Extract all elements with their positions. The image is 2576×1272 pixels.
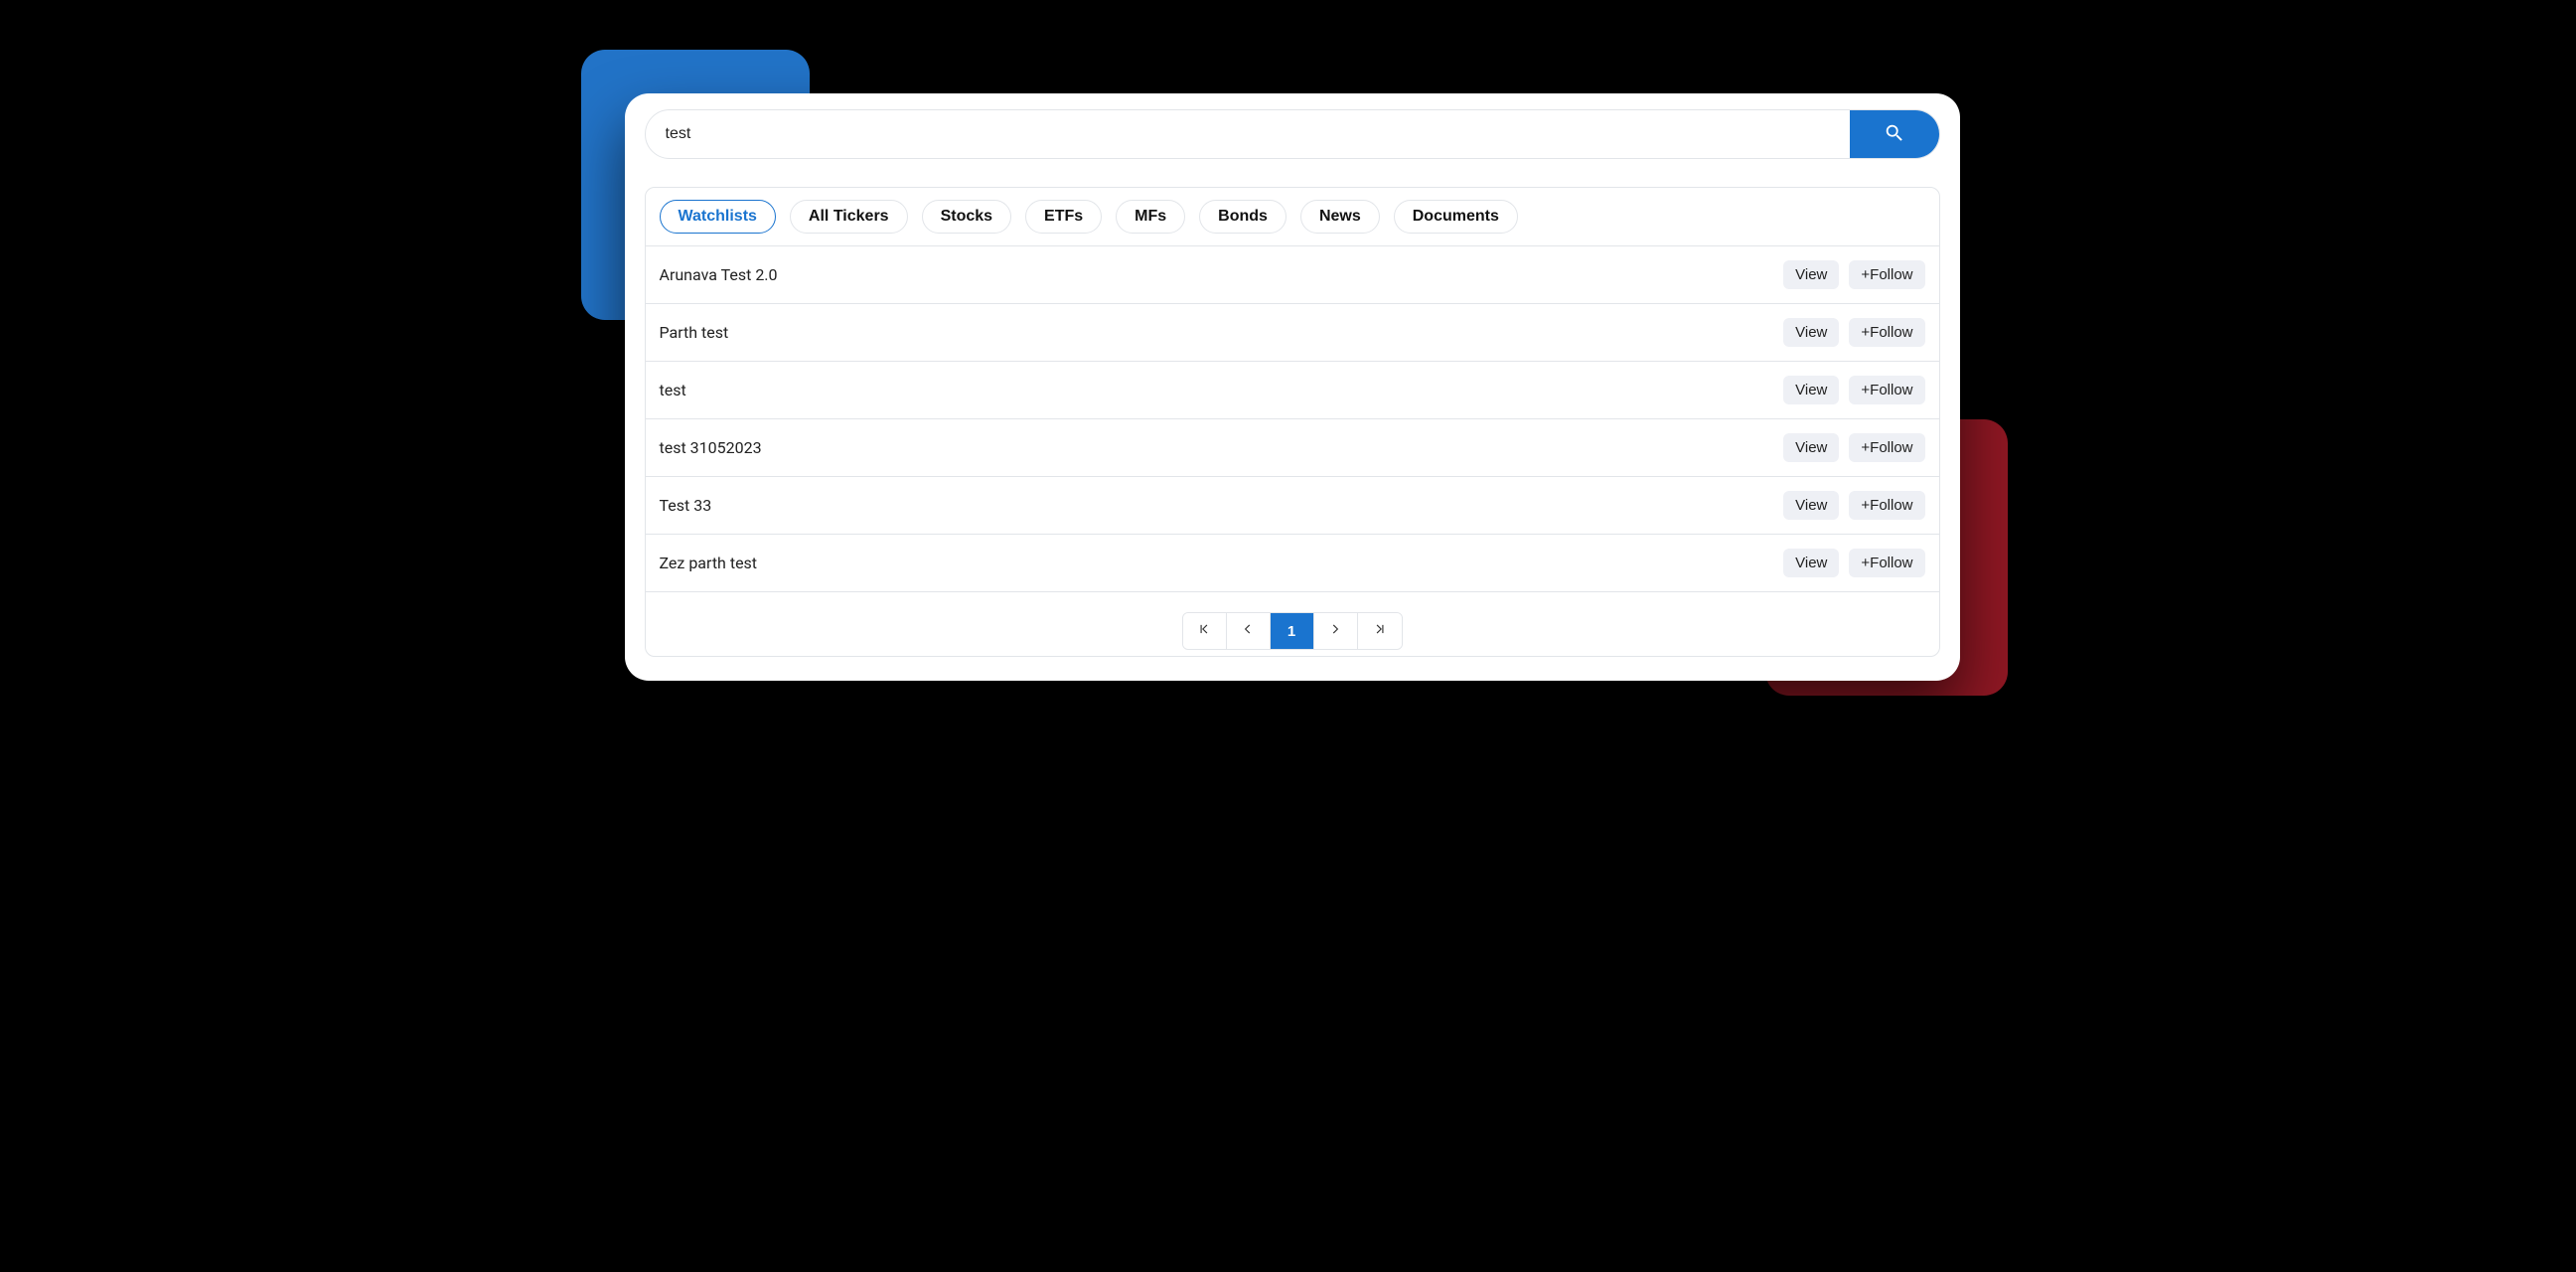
list-item: test View +Follow xyxy=(646,362,1939,419)
row-actions: View +Follow xyxy=(1783,491,1924,520)
view-button[interactable]: View xyxy=(1783,433,1839,462)
result-name: Parth test xyxy=(660,323,729,342)
page-number-button[interactable]: 1 xyxy=(1271,613,1314,649)
view-button[interactable]: View xyxy=(1783,491,1839,520)
list-item: test 31052023 View +Follow xyxy=(646,419,1939,477)
result-name: Test 33 xyxy=(660,496,712,515)
search-icon xyxy=(1884,122,1905,147)
view-button[interactable]: View xyxy=(1783,376,1839,404)
follow-button[interactable]: +Follow xyxy=(1849,549,1924,577)
list-item: Test 33 View +Follow xyxy=(646,477,1939,535)
tab-stocks[interactable]: Stocks xyxy=(922,200,1011,234)
chevron-left-icon xyxy=(1241,622,1255,640)
follow-button[interactable]: +Follow xyxy=(1849,433,1924,462)
row-actions: View +Follow xyxy=(1783,549,1924,577)
tab-documents[interactable]: Documents xyxy=(1394,200,1518,234)
page-last-button[interactable] xyxy=(1358,613,1402,649)
search-button[interactable] xyxy=(1850,110,1939,158)
page-first-icon xyxy=(1197,622,1211,640)
search-bar xyxy=(645,109,1940,159)
view-button[interactable]: View xyxy=(1783,318,1839,347)
page-first-button[interactable] xyxy=(1183,613,1227,649)
pagination-controls: 1 xyxy=(1182,612,1403,650)
page-last-icon xyxy=(1373,622,1387,640)
tab-bonds[interactable]: Bonds xyxy=(1199,200,1287,234)
page-prev-button[interactable] xyxy=(1227,613,1271,649)
view-button[interactable]: View xyxy=(1783,260,1839,289)
tab-all-tickers[interactable]: All Tickers xyxy=(790,200,908,234)
pagination: 1 xyxy=(646,592,1939,656)
results-list: Arunava Test 2.0 View +Follow Parth test… xyxy=(646,246,1939,592)
follow-button[interactable]: +Follow xyxy=(1849,376,1924,404)
tab-mfs[interactable]: MFs xyxy=(1116,200,1185,234)
list-item: Parth test View +Follow xyxy=(646,304,1939,362)
result-name: Zez parth test xyxy=(660,554,758,572)
chevron-right-icon xyxy=(1328,622,1342,640)
tab-watchlists[interactable]: Watchlists xyxy=(660,200,776,234)
view-button[interactable]: View xyxy=(1783,549,1839,577)
list-item: Zez parth test View +Follow xyxy=(646,535,1939,592)
row-actions: View +Follow xyxy=(1783,318,1924,347)
page-next-button[interactable] xyxy=(1314,613,1358,649)
row-actions: View +Follow xyxy=(1783,376,1924,404)
tab-news[interactable]: News xyxy=(1300,200,1380,234)
tab-etfs[interactable]: ETFs xyxy=(1025,200,1102,234)
row-actions: View +Follow xyxy=(1783,260,1924,289)
list-item: Arunava Test 2.0 View +Follow xyxy=(646,246,1939,304)
result-name: Arunava Test 2.0 xyxy=(660,265,778,284)
follow-button[interactable]: +Follow xyxy=(1849,491,1924,520)
follow-button[interactable]: +Follow xyxy=(1849,318,1924,347)
result-name: test xyxy=(660,381,686,399)
row-actions: View +Follow xyxy=(1783,433,1924,462)
result-name: test 31052023 xyxy=(660,438,762,457)
follow-button[interactable]: +Follow xyxy=(1849,260,1924,289)
results-panel: Watchlists All Tickers Stocks ETFs MFs B… xyxy=(645,187,1940,657)
search-input[interactable] xyxy=(646,110,1850,158)
search-panel: Watchlists All Tickers Stocks ETFs MFs B… xyxy=(625,93,1960,681)
filter-tabs: Watchlists All Tickers Stocks ETFs MFs B… xyxy=(646,188,1939,246)
